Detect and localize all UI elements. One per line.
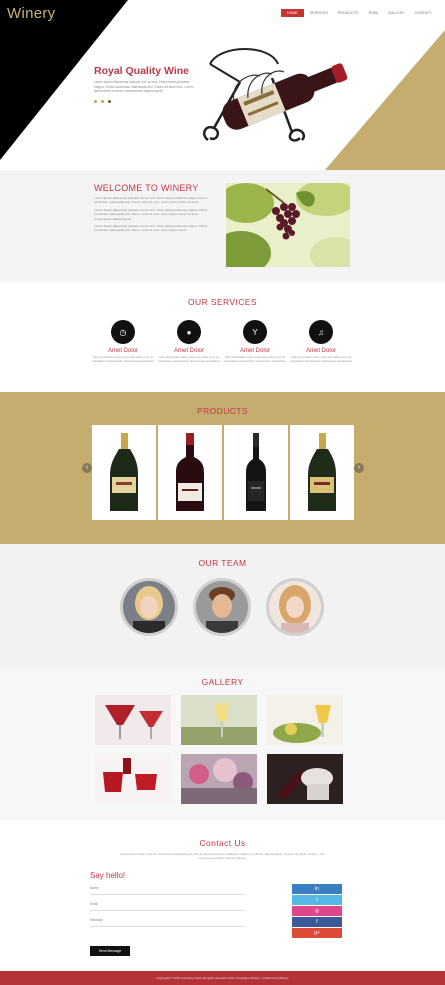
red-wine-bottle-image [176,433,204,511]
team-section: OUR TEAM [0,544,445,670]
product-card[interactable] [92,425,156,520]
team-title: OUR TEAM [198,558,247,568]
dribbble-icon[interactable]: ◎ [292,906,342,916]
team-member-avatar [120,578,178,636]
gallery-section: GALLERY [0,670,445,820]
name-field[interactable]: Name [90,886,245,895]
gallery-image[interactable] [267,695,343,745]
gallery-image[interactable] [181,695,257,745]
linkedin-icon[interactable]: in [292,884,342,894]
service-text: Sed perspiciatis unde omnis iste natus e… [157,355,221,363]
welcome-paragraph: Lorem Ipsum Maecenas tristique orci ac s… [94,224,208,233]
product-card[interactable] [158,425,222,520]
services-title: OUR SERVICES [188,297,257,307]
welcome-title: WELCOME TO WINERY [94,183,199,193]
service-title: Amet Dolor [173,348,204,354]
hero-title: Royal Quality Wine [94,65,190,77]
welcome-paragraph: Lorem Ipsum Maecenas tristique orci ac s… [94,207,208,221]
main-nav: HOME SERVICES PRODUCTS TEAM GALLERY CONT… [281,9,436,17]
facebook-icon[interactable]: f [292,917,342,927]
service-text: Sed perspiciatis unde omnis iste natus e… [289,355,353,363]
arrow-right-icon[interactable]: › [354,463,364,473]
champagne-bottle-image [308,433,336,511]
form-title: Say hello! [90,871,126,880]
hero-section: Winery HOME SERVICES PRODUCTS TEAM GALLE… [0,0,445,170]
contact-text: Lorem ipsum dolor sit amet, consectetur … [120,852,325,861]
product-card[interactable] [290,425,354,520]
nav-services[interactable]: SERVICES [306,9,332,17]
logo[interactable]: Winery [7,5,55,22]
gallery-image[interactable] [95,754,171,804]
clock-icon: ◷ [111,320,135,344]
nav-products[interactable]: PRODUCTS [334,9,362,17]
contact-title: Contact Us [199,838,246,848]
service-item: ● Amet Dolor Sed perspiciatis unde omnis… [154,320,224,364]
service-title: Amet Dolor [107,348,138,354]
slider-dot[interactable] [94,100,97,103]
contact-section: Contact Us Lorem ipsum dolor sit amet, c… [0,820,445,971]
services-section: OUR SERVICES ◷ Amet Dolor Sed perspiciat… [0,282,445,392]
nav-home[interactable]: HOME [281,9,304,17]
team-member-avatar [193,578,251,636]
service-item: ♫ Amet Dolor Sed perspiciatis unde omnis… [286,320,356,364]
service-item: ◷ Amet Dolor Sed perspiciatis unde omnis… [88,320,158,364]
twitter-icon[interactable]: t [292,895,342,905]
service-text: Sed perspiciatis unde omnis iste natus e… [223,355,287,363]
footer: Copyright © 2015 Company name All rights… [0,971,445,985]
email-field[interactable]: Email [90,902,245,911]
nav-team[interactable]: TEAM [364,9,382,17]
welcome-paragraph: Lorem Ipsum Maecenas tristique orci ac s… [94,196,208,205]
product-card[interactable] [224,425,288,520]
wine-rack-image [203,48,348,142]
grapes-image [226,183,350,267]
user-icon: ● [177,320,201,344]
slider-dots [94,100,111,103]
welcome-body: Lorem Ipsum Maecenas tristique orci ac s… [94,196,216,236]
welcome-section: WELCOME TO WINERY Lorem Ipsum Maecenas t… [0,170,445,282]
nav-contact[interactable]: CONTACT [411,9,436,17]
message-field[interactable]: Message [90,918,245,927]
hero-text: Lorem Ipsum Maecenas tristique orci ac s… [94,80,194,94]
champagne-bottle-image [110,433,138,511]
music-icon: ♫ [309,320,333,344]
dark-wine-bottle-image [246,433,266,511]
arrow-left-icon[interactable]: ‹ [82,463,92,473]
service-item: Y Amet Dolor Sed perspiciatis unde omnis… [220,320,290,364]
products-section: PRODUCTS ‹ › [0,392,445,544]
gallery-image[interactable] [181,754,257,804]
gallery-title: GALLERY [201,677,244,687]
service-title: Amet Dolor [239,348,270,354]
service-title: Amet Dolor [305,348,336,354]
products-title: PRODUCTS [197,406,248,416]
send-button[interactable]: Send Message [90,946,130,956]
glass-icon: Y [243,320,267,344]
nav-gallery[interactable]: GALLERY [384,9,409,17]
gallery-image[interactable] [267,754,343,804]
slider-dot[interactable] [101,100,104,103]
page: Winery HOME SERVICES PRODUCTS TEAM GALLE… [0,0,445,985]
google-plus-icon[interactable]: g+ [292,928,342,938]
service-text: Sed perspiciatis unde omnis iste natus e… [91,355,155,363]
team-member-avatar [266,578,324,636]
slider-dot[interactable] [108,100,111,103]
gallery-image[interactable] [95,695,171,745]
